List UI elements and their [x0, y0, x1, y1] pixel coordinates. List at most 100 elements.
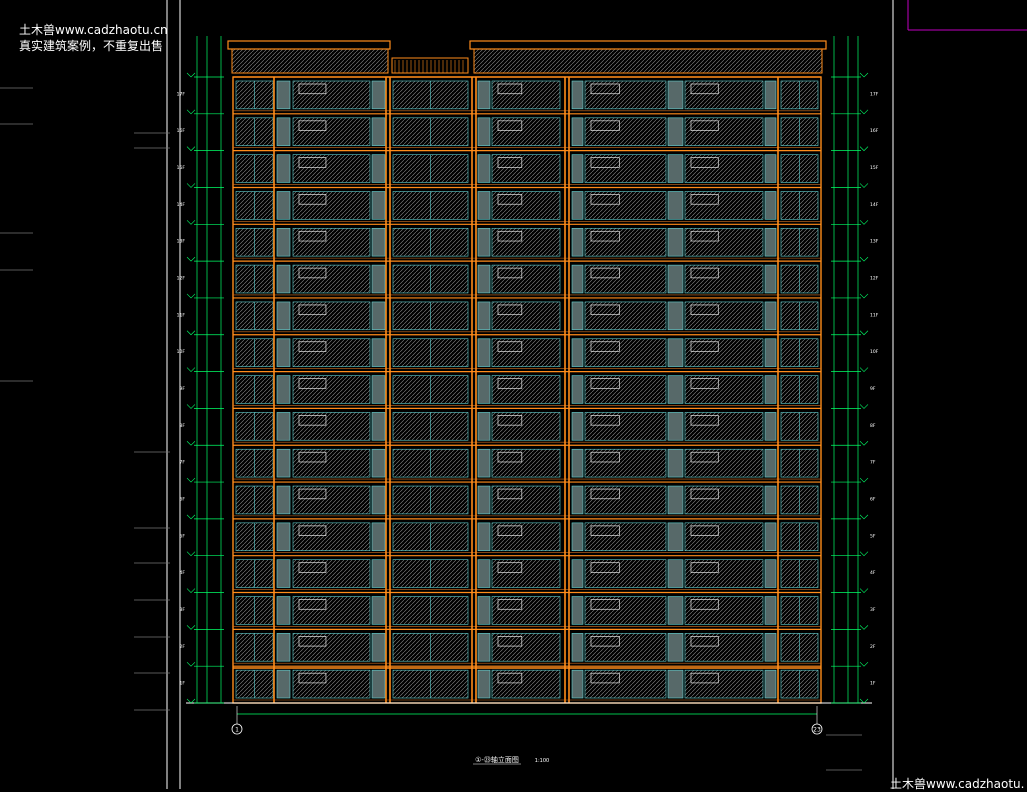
floor-level-label: 14F: [870, 202, 879, 208]
pier-panel: [667, 448, 684, 478]
pier-panel: [764, 669, 777, 699]
pier-panel: [571, 264, 584, 294]
pier-panel: [667, 485, 684, 515]
floor-level-label: 17F: [177, 91, 186, 97]
balcony-rail: [292, 117, 371, 146]
balcony-rail: [491, 227, 561, 257]
pier-panel: [764, 191, 777, 220]
balcony-rail: [491, 448, 561, 478]
balcony-rail: [292, 227, 371, 257]
pier-panel: [477, 117, 491, 146]
pier-panel: [764, 154, 777, 183]
level-marker: [186, 514, 196, 520]
balcony-rail: [491, 596, 561, 625]
floor-level-label: 2F: [180, 644, 186, 650]
balcony-rail: [491, 117, 561, 146]
balcony-rail: [491, 301, 561, 331]
balcony-rail: [684, 633, 764, 662]
balcony-rail: [292, 264, 371, 294]
floor-level-label: 7F: [870, 460, 876, 466]
pier-panel: [667, 191, 684, 220]
pier-panel: [477, 448, 491, 478]
level-marker: [859, 514, 869, 520]
pier-panel: [477, 669, 491, 699]
level-marker: [859, 146, 869, 152]
level-marker: [186, 293, 196, 299]
balcony-rail: [491, 264, 561, 294]
pier-panel: [276, 485, 291, 515]
level-marker: [186, 404, 196, 409]
balcony-rail: [292, 338, 371, 367]
level-marker: [859, 698, 869, 704]
balcony-rail: [292, 448, 371, 478]
roof-cornice-left: [227, 40, 391, 50]
floor-level-label: 10F: [177, 349, 186, 355]
floor-level-label: 8F: [870, 423, 876, 429]
level-marker: [859, 293, 869, 299]
floor-level-label: 12F: [177, 276, 186, 282]
floor-level-label: 8F: [180, 423, 186, 429]
pier-panel: [571, 559, 584, 588]
pier-panel: [371, 264, 386, 294]
pier-panel: [276, 338, 291, 367]
drawing-scale: 1:100: [535, 758, 549, 764]
balcony-rail: [491, 633, 561, 662]
pier-panel: [276, 522, 291, 552]
balcony-rail: [292, 154, 371, 183]
pier-panel: [371, 154, 386, 183]
floor-level-label: 13F: [177, 239, 186, 245]
pier-panel: [371, 596, 386, 625]
balcony-rail: [491, 154, 561, 183]
floor-level-label: 14F: [177, 202, 186, 208]
level-marker: [859, 330, 869, 336]
balcony-rail: [584, 80, 667, 110]
pier-panel: [571, 117, 584, 146]
floor-level-label: 9F: [870, 386, 876, 392]
pier-panel: [571, 596, 584, 625]
watermark-bottom-right: 土木兽www.cadzhaotu.: [890, 777, 1025, 791]
balcony-rail: [684, 596, 764, 625]
level-marker: [186, 698, 196, 704]
level-marker: [859, 220, 869, 225]
pier-panel: [276, 448, 291, 478]
floor-level-label: 1F: [180, 681, 186, 687]
balcony-rail: [292, 375, 371, 404]
pier-panel: [371, 633, 386, 662]
level-marker: [859, 256, 869, 262]
balcony-rail: [491, 338, 561, 367]
pier-panel: [371, 412, 386, 441]
floor-level-label: 12F: [870, 276, 879, 282]
balcony-rail: [292, 485, 371, 515]
balcony-rail: [584, 338, 667, 367]
balcony-rail: [584, 375, 667, 404]
pier-panel: [276, 80, 291, 110]
level-marker: [859, 625, 869, 630]
balcony-rail: [491, 191, 561, 220]
pier-panel: [276, 559, 291, 588]
balcony-rail: [584, 191, 667, 220]
level-marker: [186, 625, 196, 630]
pier-panel: [276, 264, 291, 294]
pier-panel: [276, 227, 291, 257]
balcony-rail: [584, 264, 667, 294]
floor-level-label: 4F: [870, 570, 876, 576]
balcony-rail: [584, 448, 667, 478]
pier-panel: [764, 448, 777, 478]
balcony-rail: [684, 117, 764, 146]
level-marker: [859, 367, 869, 373]
pier-panel: [477, 227, 491, 257]
floor-level-label: 6F: [180, 496, 186, 502]
roof-cornice-right: [469, 40, 827, 50]
balcony-rail: [584, 117, 667, 146]
pier-panel: [477, 338, 491, 367]
pier-panel: [276, 633, 291, 662]
pier-panel: [764, 375, 777, 404]
level-marker: [186, 477, 196, 483]
balcony-rail: [584, 301, 667, 331]
pier-panel: [764, 80, 777, 110]
pier-panel: [667, 559, 684, 588]
pier-panel: [667, 80, 684, 110]
level-marker: [186, 588, 196, 593]
balcony-rail: [292, 559, 371, 588]
floor-level-label: 11F: [177, 312, 186, 318]
